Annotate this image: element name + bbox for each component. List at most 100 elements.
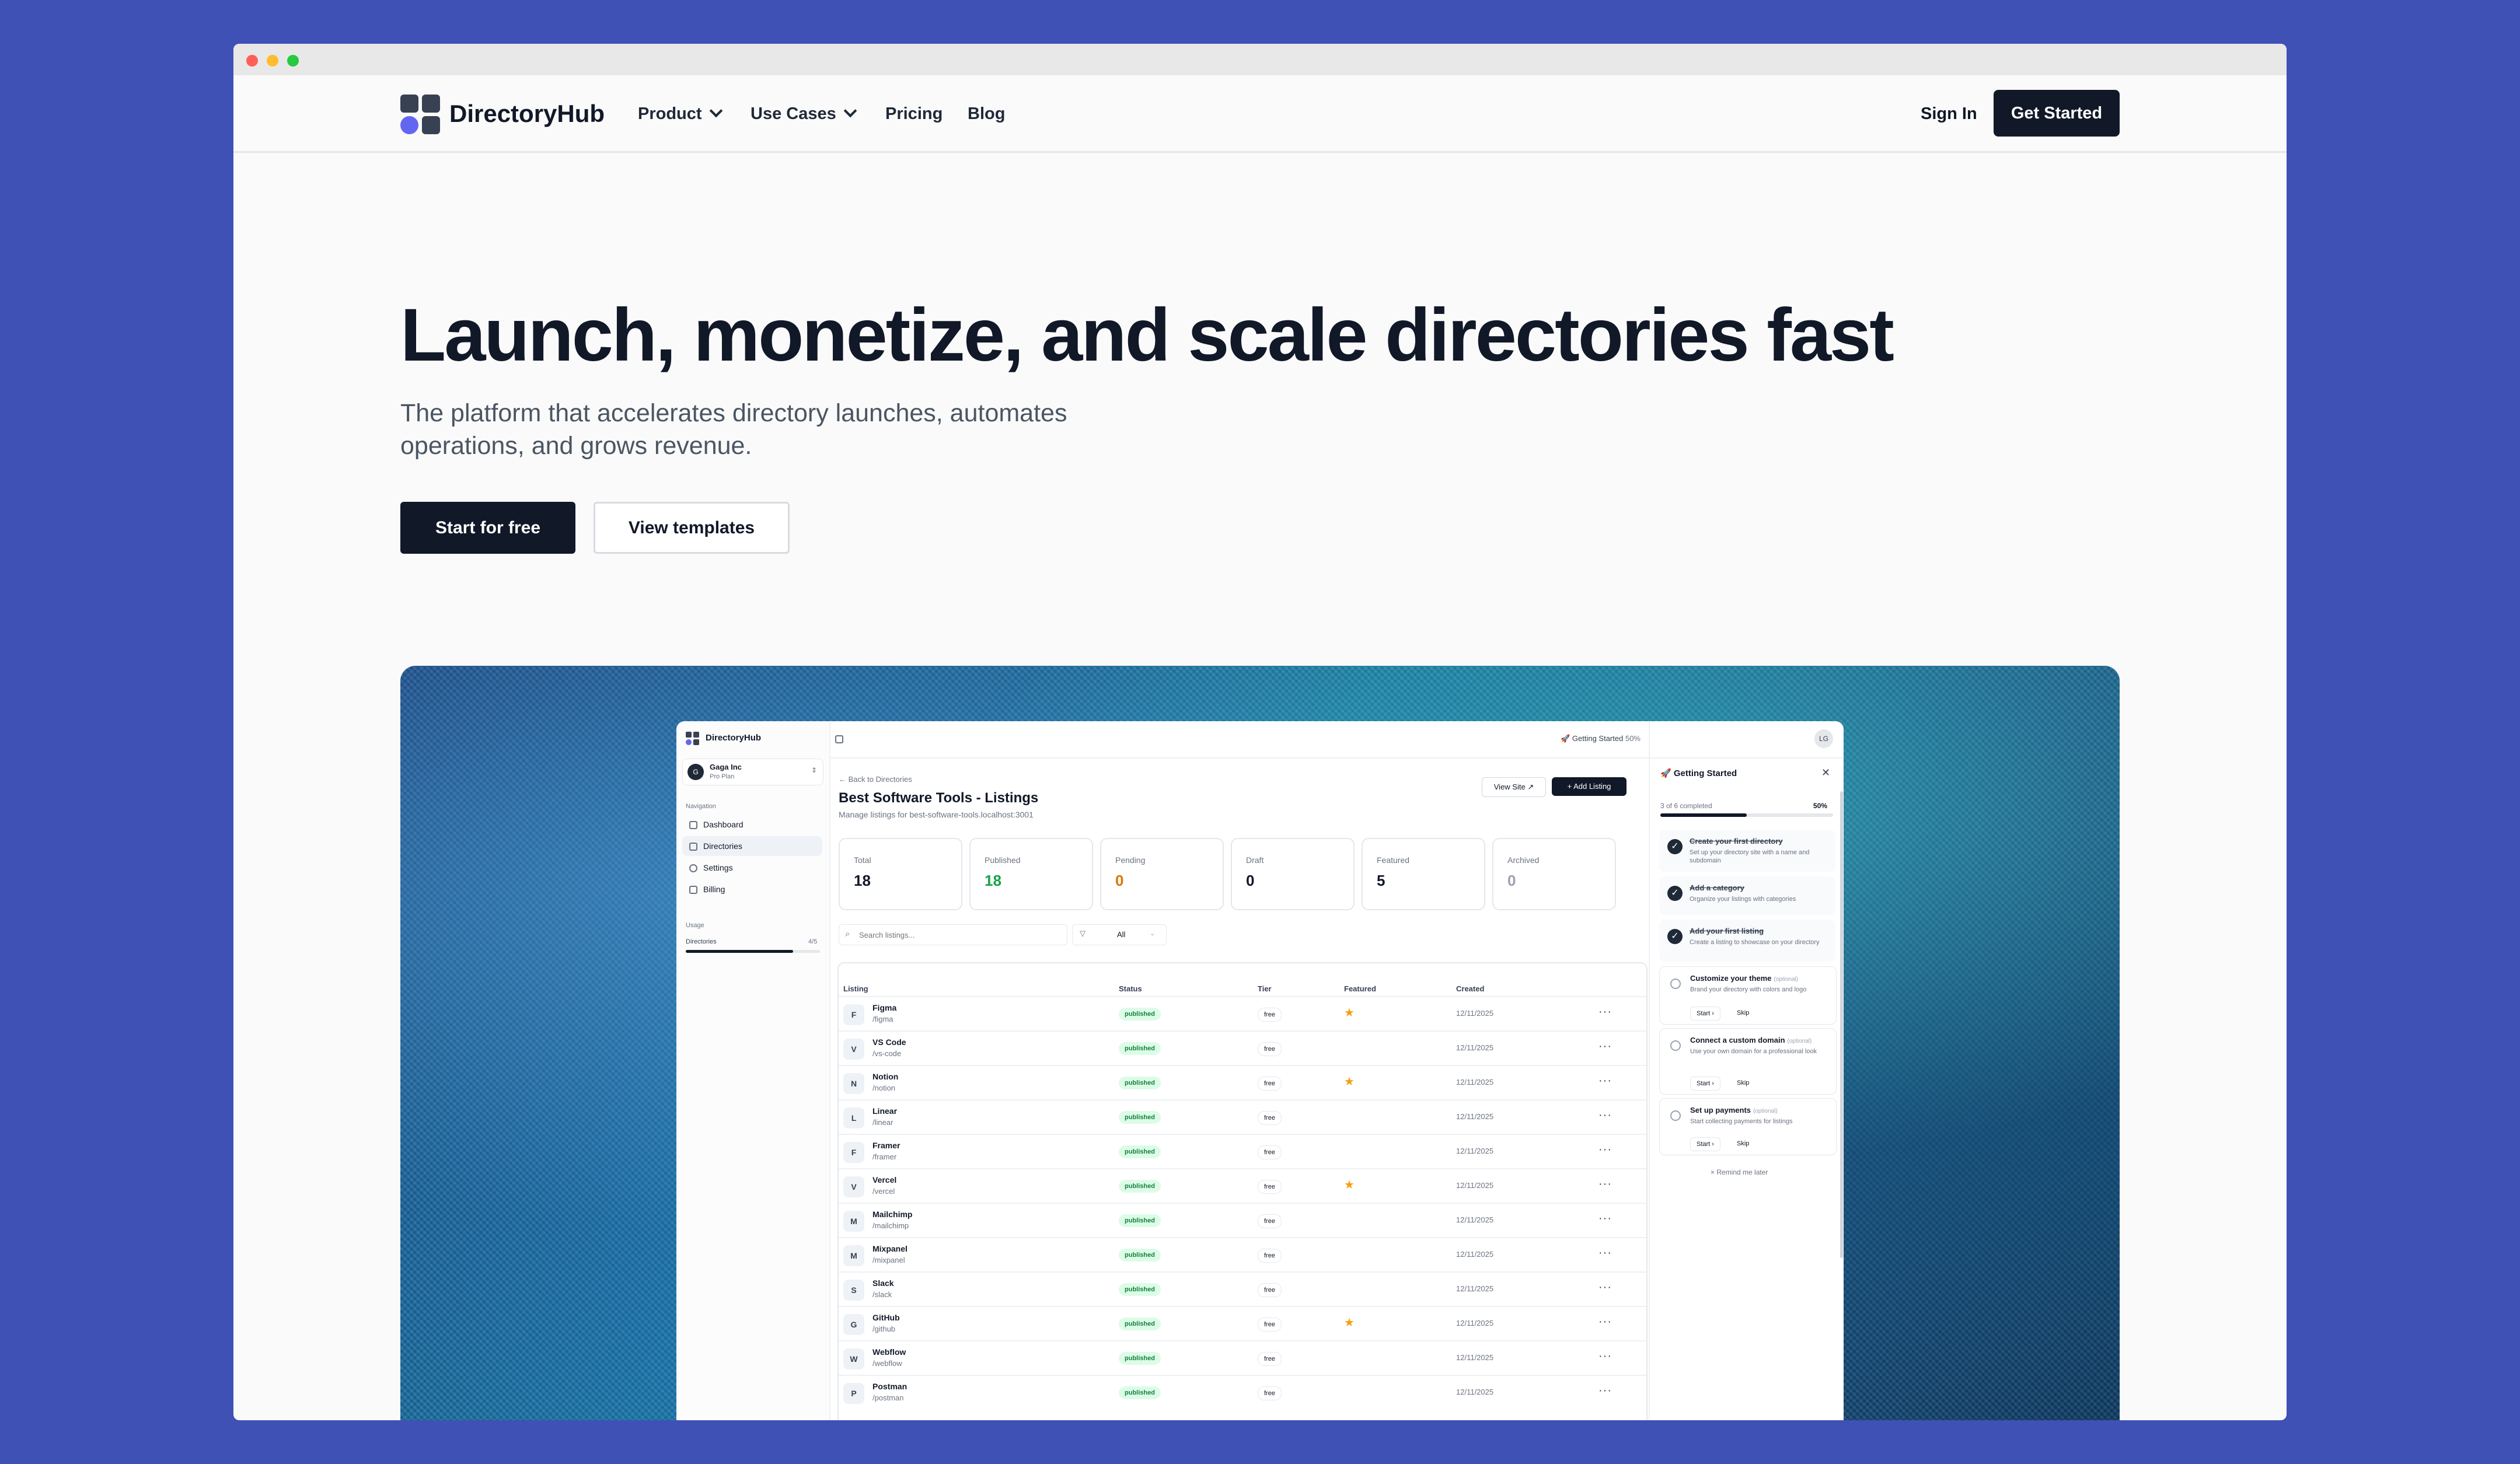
brand-logo-icon[interactable] xyxy=(400,95,441,135)
sign-in-link[interactable]: Sign In xyxy=(1921,97,1977,130)
page-title: Best Software Tools - Listings xyxy=(839,790,1039,806)
listing-name[interactable]: Slack xyxy=(872,1278,894,1288)
task-item[interactable]: ✓ Create your first directory Set up your … xyxy=(1659,830,1835,872)
topbar-getting-started[interactable]: 🚀 Getting Started 50% xyxy=(1448,734,1641,743)
stat-card-pending: Pending 0 xyxy=(1100,838,1224,910)
site-header: DirectoryHub Product Use Cases Pricing B… xyxy=(233,75,2287,153)
table-row[interactable]: N Notion/notion published free ★ 12/11/2025 ··… xyxy=(839,1065,1646,1100)
more-actions-icon[interactable]: ··· xyxy=(1598,1315,1612,1329)
minimize-window-button[interactable] xyxy=(267,55,278,67)
back-to-directories-link[interactable]: ← Back to Directories xyxy=(839,775,912,784)
more-actions-icon[interactable]: ··· xyxy=(1598,1281,1612,1294)
nav-blog[interactable]: Blog xyxy=(968,97,1005,130)
rocket-icon: 🚀 xyxy=(1660,768,1674,778)
task-description: Organize your listings with categories xyxy=(1690,896,1796,903)
listing-name[interactable]: Postman xyxy=(872,1382,907,1391)
column-header-created: Created xyxy=(1456,984,1485,993)
sidebar-toggle-icon[interactable] xyxy=(835,735,843,743)
table-row[interactable]: G GitHub/github published free ★ 12/11/2025 ··… xyxy=(839,1306,1646,1341)
get-started-button[interactable]: Get Started xyxy=(1994,90,2120,137)
listing-name[interactable]: Framer xyxy=(872,1141,900,1150)
sidebar-item-dashboard[interactable]: Dashboard xyxy=(682,815,822,834)
table-row[interactable]: F Figma/figma published free ★ 12/11/2025 ··· xyxy=(839,996,1646,1032)
nav-pricing[interactable]: Pricing xyxy=(885,97,943,130)
sidebar-item-label: Settings xyxy=(703,863,733,872)
close-window-button[interactable] xyxy=(246,55,258,67)
external-link-icon: ↗ xyxy=(1527,782,1534,791)
chevron-down-icon xyxy=(843,104,857,118)
more-actions-icon[interactable]: ··· xyxy=(1598,1246,1612,1260)
table-row[interactable]: W Webflow/webflow published free 12/11/2025 ·… xyxy=(839,1340,1646,1376)
nav-product[interactable]: Product xyxy=(638,97,723,130)
app-brand: DirectoryHub xyxy=(706,733,762,743)
more-actions-icon[interactable]: ··· xyxy=(1598,1074,1612,1088)
start-for-free-button[interactable]: Start for free xyxy=(400,502,575,554)
listing-name[interactable]: Webflow xyxy=(872,1347,906,1357)
view-templates-button[interactable]: View templates xyxy=(594,502,790,554)
task-skip-button[interactable]: Skip xyxy=(1731,1077,1755,1089)
task-optional-tag: (optional) xyxy=(1774,976,1799,983)
nav-use-cases[interactable]: Use Cases xyxy=(751,97,857,130)
listing-slug: /github xyxy=(872,1325,896,1333)
task-item[interactable]: Customize your theme (optional) Brand your… xyxy=(1659,966,1837,1025)
listing-name[interactable]: VS Code xyxy=(872,1037,906,1047)
task-item[interactable]: ✓ Add a category Organize your listings wi… xyxy=(1659,876,1835,915)
more-actions-icon[interactable]: ··· xyxy=(1598,1178,1612,1191)
task-skip-button[interactable]: Skip xyxy=(1731,1007,1755,1019)
sidebar-item-directories[interactable]: Directories xyxy=(682,836,822,856)
remind-me-later-link[interactable]: × Remind me later xyxy=(1711,1168,1768,1176)
created-date: 12/11/2025 xyxy=(1456,1009,1494,1018)
view-site-button[interactable]: View Site ↗ xyxy=(1482,777,1546,797)
listing-name[interactable]: Mixpanel xyxy=(872,1244,908,1253)
listing-name[interactable]: Linear xyxy=(872,1106,897,1116)
tier-badge: free xyxy=(1258,1318,1282,1332)
task-skip-button[interactable]: Skip xyxy=(1731,1137,1755,1150)
remind-label: Remind me later xyxy=(1716,1168,1768,1176)
task-item[interactable]: Connect a custom domain (optional) Use you… xyxy=(1659,1028,1837,1095)
more-actions-icon[interactable]: ··· xyxy=(1598,1350,1612,1363)
close-panel-icon[interactable]: ✕ xyxy=(1821,767,1830,779)
listing-name[interactable]: Figma xyxy=(872,1003,896,1012)
more-actions-icon[interactable]: ··· xyxy=(1598,1109,1612,1122)
usage-label: Directories xyxy=(686,938,717,945)
maximize-window-button[interactable] xyxy=(287,55,299,67)
add-listing-button[interactable]: + Add Listing xyxy=(1552,777,1627,796)
status-filter-select[interactable]: ▽ All ⌄ xyxy=(1072,924,1167,945)
task-start-button[interactable]: Start › xyxy=(1690,1137,1720,1151)
panel-scrollbar[interactable] xyxy=(1840,791,1843,1258)
table-row[interactable]: V Vercel/vercel published free ★ 12/11/2025 ··… xyxy=(839,1168,1646,1204)
listing-slug: /vercel xyxy=(872,1187,895,1196)
topbar-getting-started-label: Getting Started xyxy=(1572,734,1624,743)
task-start-button[interactable]: Start › xyxy=(1690,1077,1720,1091)
search-input[interactable] xyxy=(858,928,1059,941)
table-row[interactable]: F Framer/framer published free 12/11/2025 ··· xyxy=(839,1134,1646,1169)
more-actions-icon[interactable]: ··· xyxy=(1598,1040,1612,1053)
brand-name[interactable]: DirectoryHub xyxy=(449,96,605,131)
user-avatar[interactable]: LG xyxy=(1814,729,1833,748)
task-item[interactable]: ✓ Add your first listing Create a listing … xyxy=(1659,920,1835,962)
table-row[interactable]: L Linear/linear published free 12/11/2025 ··· xyxy=(839,1099,1646,1135)
listing-name[interactable]: Vercel xyxy=(872,1175,896,1185)
more-actions-icon[interactable]: ··· xyxy=(1598,1143,1612,1156)
empty-circle-icon xyxy=(1670,1040,1681,1051)
more-actions-icon[interactable]: ··· xyxy=(1598,1384,1612,1397)
table-row[interactable]: S Slack/slack published free 12/11/2025 ··· xyxy=(839,1271,1646,1307)
created-date: 12/11/2025 xyxy=(1456,1112,1494,1121)
usage-bar xyxy=(686,950,820,953)
more-actions-icon[interactable]: ··· xyxy=(1598,1212,1612,1225)
sidebar-item-settings[interactable]: Settings xyxy=(682,858,822,878)
listing-name[interactable]: Notion xyxy=(872,1072,898,1081)
listing-name[interactable]: Mailchimp xyxy=(872,1210,912,1219)
org-switcher[interactable]: G Gaga Inc Pro Plan ⇕ xyxy=(682,759,823,785)
table-row[interactable]: V VS Code/vs-code published free 12/11/2025 ·… xyxy=(839,1030,1646,1066)
org-plan: Pro Plan xyxy=(710,773,735,780)
more-actions-icon[interactable]: ··· xyxy=(1598,1005,1612,1019)
listing-name[interactable]: GitHub xyxy=(872,1313,900,1322)
sidebar-item-billing[interactable]: Billing xyxy=(682,879,822,899)
table-row[interactable]: P Postman/postman published free 12/11/2025 ·… xyxy=(839,1375,1646,1410)
table-row[interactable]: M Mailchimp/mailchimp published free 12/11/2… xyxy=(839,1203,1646,1238)
search-listings-field[interactable]: ⌕ xyxy=(839,924,1067,945)
task-item[interactable]: Set up payments (optional) Start collectin… xyxy=(1659,1098,1837,1155)
table-row[interactable]: M Mixpanel/mixpanel published free 12/11/202… xyxy=(839,1237,1646,1273)
task-start-button[interactable]: Start › xyxy=(1690,1007,1720,1021)
